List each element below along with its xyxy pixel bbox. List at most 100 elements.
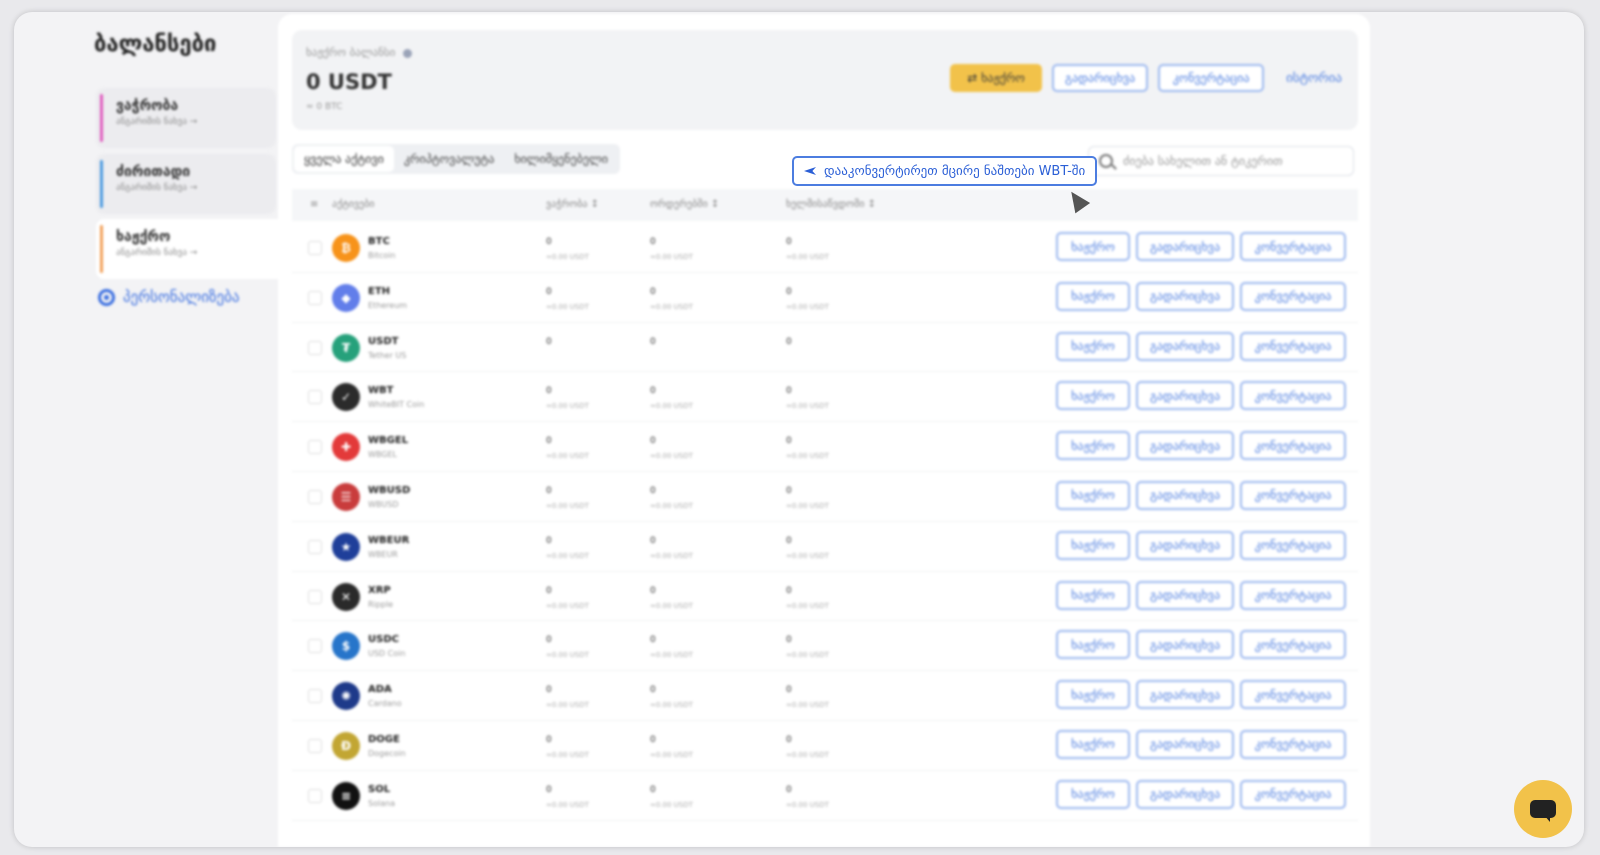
row-collateral-button[interactable]: ხაჟქრო — [1056, 580, 1130, 610]
row-transfer-button[interactable]: გადარიცხვა — [1136, 729, 1234, 759]
row-transfer-button[interactable]: გადარიცხვა — [1136, 431, 1234, 461]
expand-chevron-icon[interactable] — [308, 290, 322, 305]
sidebar-item-collateral[interactable]: ხაჟქრო ანგარიშის ნახვა → — [96, 219, 286, 279]
table-row[interactable]: ☰ WBUSD WBUSD 0 ≈0.00 USDT 0 ≈0.00 USDT 0 ≈0.00 … — [292, 472, 1358, 522]
orders-value: 0 — [650, 535, 656, 546]
support-chat-button[interactable] — [1514, 780, 1572, 838]
row-convert-button[interactable]: კონვერტაცია — [1240, 680, 1346, 710]
row-transfer-button[interactable]: გადარიცხვა — [1136, 331, 1234, 361]
row-convert-button[interactable]: კონვერტაცია — [1240, 530, 1346, 560]
trading-value: 0 — [546, 386, 552, 397]
row-convert-button[interactable]: კონვერტაცია — [1240, 729, 1346, 759]
expand-chevron-icon[interactable] — [308, 489, 322, 504]
expand-chevron-icon[interactable] — [308, 738, 322, 753]
asset-name: WBEUR — [368, 549, 398, 559]
row-collateral-button[interactable]: ხაჟქრო — [1056, 779, 1130, 809]
row-transfer-button[interactable]: გადარიცხვა — [1136, 530, 1234, 560]
row-convert-button[interactable]: კონვერტაცია — [1240, 232, 1346, 261]
row-convert-button[interactable]: კონვერტაცია — [1240, 431, 1346, 461]
row-transfer-button[interactable]: გადარიცხვა — [1136, 680, 1234, 710]
sidebar-item-main[interactable]: ძირითადი ანგარიშის ნახვა → — [96, 154, 276, 214]
row-transfer-button[interactable]: გადარიცხვა — [1136, 281, 1234, 311]
row-collateral-button[interactable]: ხაჟქრო — [1056, 530, 1130, 560]
table-row[interactable]: ◆ ETH Ethereum 0 ≈0.00 USDT 0 ≈0.00 USDT 0 ≈0.00… — [292, 273, 1358, 323]
row-collateral-button[interactable]: ხაჟქრო — [1056, 480, 1130, 510]
orders-value: 0 — [650, 635, 656, 646]
asset-name: Ripple — [368, 599, 394, 609]
tab-all-assets[interactable]: ყველა აქტივი — [294, 146, 394, 172]
row-convert-button[interactable]: კონვერტაცია — [1240, 381, 1346, 411]
row-collateral-button[interactable]: ხაჟქრო — [1056, 281, 1130, 311]
row-transfer-button[interactable]: გადარიცხვა — [1136, 630, 1234, 660]
row-transfer-button[interactable]: გადარიცხვა — [1136, 480, 1234, 510]
table-row[interactable]: ✚ WBGEL WBGEL 0 ≈0.00 USDT 0 ≈0.00 USDT 0 ≈0.00 … — [292, 422, 1358, 472]
table-row[interactable]: ₮ USDT Tether US 0 0 0 ხაჟქრო გადარიცხვა კონვერტ… — [292, 323, 1358, 373]
header-trading[interactable]: ვაჭრობა ↕ — [546, 199, 599, 210]
table-row[interactable]: ≡ SOL Solana 0 ≈0.00 USDT 0 ≈0.00 USDT 0 ≈0.00 U… — [292, 771, 1358, 821]
table-row[interactable]: ✺ ADA Cardano 0 ≈0.00 USDT 0 ≈0.00 USDT 0 ≈0.00 … — [292, 671, 1358, 721]
search-input[interactable]: ძიება სახელით ან ტიკერით — [1088, 146, 1354, 176]
header-sort-icon[interactable]: ≡ — [310, 199, 318, 210]
available-value: 0 — [786, 734, 792, 745]
expand-chevron-icon[interactable] — [308, 788, 322, 803]
header-available[interactable]: ხელმისაწვდომი ↕ — [786, 199, 876, 210]
table-row[interactable]: ✓ WBT WhiteBIT Coin 0 ≈0.00 USDT 0 ≈0.00 USDT 0… — [292, 372, 1358, 423]
expand-chevron-icon[interactable] — [308, 539, 322, 554]
tab-crypto[interactable]: კრიპტოვალუტა — [394, 146, 505, 172]
sidebar-item-sublink[interactable]: ანგარიშის ნახვა → — [116, 183, 276, 193]
available-usdt: ≈0.00 USDT — [786, 750, 829, 759]
expand-chevron-icon[interactable] — [308, 440, 322, 455]
collateral-button[interactable]: ⇄ ხაჟქრო — [950, 64, 1043, 92]
row-collateral-button[interactable]: ხაჟქრო — [1056, 232, 1130, 261]
expand-chevron-icon[interactable] — [308, 390, 322, 405]
expand-chevron-icon[interactable] — [308, 589, 322, 604]
history-link[interactable]: ისტორია — [1286, 71, 1342, 86]
row-actions: ხაჟქრო გადარიცხვა კონვერტაცია — [1056, 281, 1346, 311]
personalize-link[interactable]: პერსონალიზება — [98, 288, 240, 306]
coin-icon: ₮ — [332, 333, 360, 362]
row-convert-button[interactable]: კონვერტაცია — [1240, 480, 1346, 510]
row-convert-button[interactable]: კონვერტაცია — [1240, 281, 1346, 311]
row-transfer-button[interactable]: გადარიცხვა — [1136, 381, 1234, 411]
row-collateral-button[interactable]: ხაჟქრო — [1056, 729, 1130, 759]
orders-value: 0 — [650, 685, 656, 696]
row-collateral-button[interactable]: ხაჟქრო — [1056, 331, 1130, 361]
asset-ticker: WBT — [368, 385, 394, 397]
sidebar-item-accent — [100, 160, 103, 208]
sidebar-item-sublink[interactable]: ანგარიშის ნახვა → — [116, 117, 276, 127]
expand-chevron-icon[interactable] — [308, 241, 322, 255]
row-transfer-button[interactable]: გადარიცხვა — [1136, 232, 1234, 261]
available-usdt: ≈0.00 USDT — [786, 452, 829, 461]
row-convert-button[interactable]: კონვერტაცია — [1240, 779, 1346, 809]
header-assets[interactable]: აქტივები — [332, 199, 374, 210]
expand-chevron-icon[interactable] — [308, 639, 322, 654]
header-orders[interactable]: ორდერებში ↕ — [650, 199, 719, 210]
row-actions: ხაჟქრო გადარიცხვა კონვერტაცია — [1056, 331, 1346, 361]
row-collateral-button[interactable]: ხაჟქრო — [1056, 431, 1130, 461]
row-collateral-button[interactable]: ხაჟქრო — [1056, 680, 1130, 710]
expand-chevron-icon[interactable] — [308, 689, 322, 704]
table-row[interactable]: ★ WBEUR WBEUR 0 ≈0.00 USDT 0 ≈0.00 USDT 0 ≈0.00 … — [292, 522, 1358, 572]
row-collateral-button[interactable]: ხაჟქრო — [1056, 630, 1130, 660]
transfer-button[interactable]: გადარიცხვა — [1052, 64, 1149, 92]
tab-fiat[interactable]: ხილიმყენებელი — [504, 146, 618, 172]
row-transfer-button[interactable]: გადარიცხვა — [1136, 580, 1234, 610]
sidebar-item-trading[interactable]: ვაჭრობა ანგარიშის ნახვა → — [96, 88, 276, 148]
table-row[interactable]: ✕ XRP Ripple 0 ≈0.00 USDT 0 ≈0.00 USDT 0 ≈0.00 U… — [292, 572, 1358, 622]
available-usdt: ≈0.00 USDT — [786, 501, 829, 510]
expand-chevron-icon[interactable] — [308, 340, 322, 355]
coin-icon: ✺ — [332, 682, 360, 711]
convert-small-balances-button[interactable]: დააკონვერტირეთ მცირე ნაშთები WBT-ში — [792, 156, 1098, 186]
eye-icon[interactable] — [403, 48, 413, 58]
row-actions: ხაჟქრო გადარიცხვა კონვერტაცია — [1056, 530, 1346, 560]
row-collateral-button[interactable]: ხაჟქრო — [1056, 381, 1130, 411]
row-transfer-button[interactable]: გადარიცხვა — [1136, 779, 1234, 809]
table-row[interactable]: Ð DOGE Dogecoin 0 ≈0.00 USDT 0 ≈0.00 USDT 0 ≈0.0… — [292, 721, 1358, 771]
row-convert-button[interactable]: კონვერტაცია — [1240, 580, 1346, 610]
convert-button[interactable]: კონვერტაცია — [1158, 64, 1265, 92]
sidebar-item-sublink[interactable]: ანგარიშის ნახვა → — [116, 248, 286, 258]
row-convert-button[interactable]: კონვერტაცია — [1240, 331, 1346, 361]
table-row[interactable]: ₿ BTC Bitcoin 0 ≈0.00 USDT 0 ≈0.00 USDT 0 ≈0.00 … — [292, 223, 1358, 273]
row-convert-button[interactable]: კონვერტაცია — [1240, 630, 1346, 660]
table-row[interactable]: $ USDC USD Coin 0 ≈0.00 USDT 0 ≈0.00 USDT 0 ≈0.0… — [292, 621, 1358, 672]
